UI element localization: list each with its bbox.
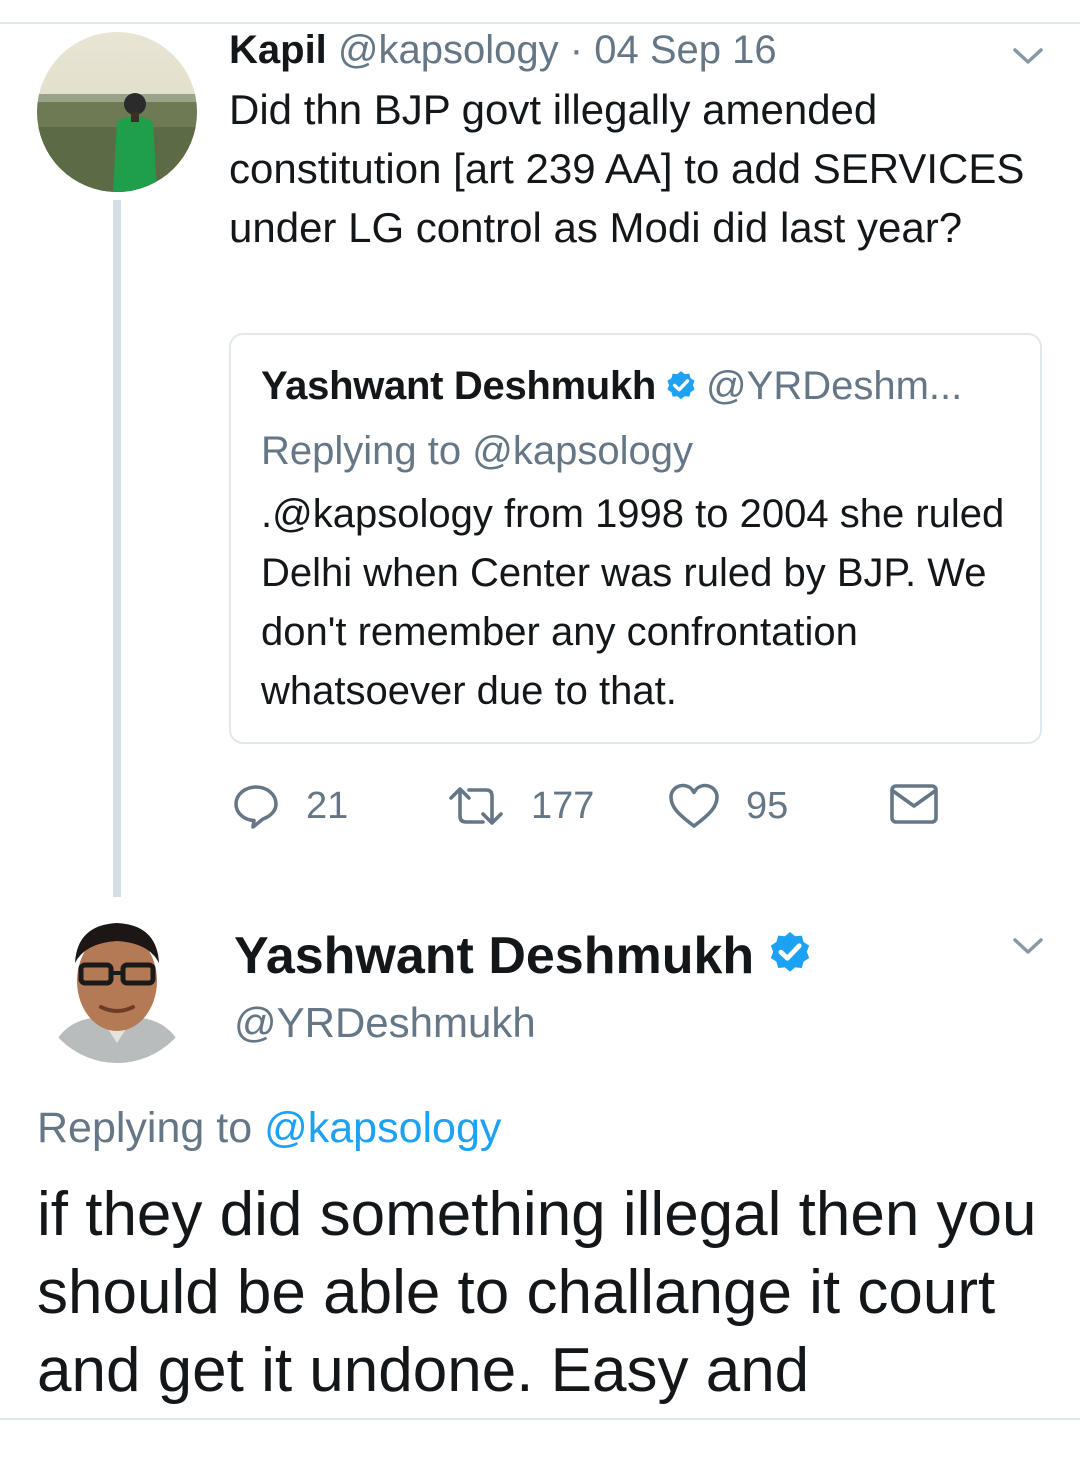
parent-tweet-text: Did thn BJP govt illegally amended const…	[229, 86, 1025, 251]
tweet-thread-view: Kapil @kapsology · 04 Sep 16 Did thn BJP…	[0, 0, 1080, 1418]
direct-message-button[interactable]	[889, 782, 939, 826]
like-count: 95	[746, 784, 789, 827]
quoted-replying-to: Replying to @kapsology	[261, 429, 693, 473]
chevron-down-icon[interactable]	[1011, 935, 1045, 957]
main-tweet-text: if they did something illegal then you s…	[37, 1180, 1037, 1405]
bottom-divider	[0, 1418, 1080, 1420]
parent-tweet-header: Kapil @kapsology · 04 Sep 16	[229, 24, 777, 76]
main-author-handle[interactable]: @YRDeshmukh	[234, 996, 536, 1050]
direct-message-icon	[890, 784, 938, 824]
main-author-name[interactable]: Yashwant Deshmukh	[234, 927, 754, 985]
quoted-tweet-header: Yashwant Deshmukh @YRDeshm...	[261, 360, 1021, 412]
quoted-author-name: Yashwant Deshmukh	[261, 364, 657, 408]
reply-button[interactable]: 21	[232, 782, 348, 830]
main-author-name-row: Yashwant Deshmukh	[234, 924, 814, 988]
main-replying-to: Replying to @kapsology	[37, 1100, 501, 1156]
retweet-icon	[449, 787, 503, 825]
quoted-author-handle: @YRDeshm...	[706, 364, 963, 408]
parent-author-handle[interactable]: @kapsology	[338, 28, 559, 72]
yashwant-avatar[interactable]	[37, 903, 197, 1063]
profile-photo-man-with-glasses-icon	[37, 903, 197, 1063]
like-button[interactable]: 95	[668, 782, 788, 830]
quoted-tweet-text: .@kapsology from 1998 to 2004 she ruled …	[261, 492, 1005, 713]
kapil-avatar[interactable]	[37, 32, 197, 192]
parent-tweet-actions: 21 177 95	[0, 782, 1080, 834]
retweet-button[interactable]: 177	[447, 782, 594, 830]
reply-count: 21	[306, 784, 349, 827]
parent-tweet-date[interactable]: · 04 Sep 16	[570, 28, 777, 72]
retweet-count: 177	[531, 784, 595, 827]
parent-author-name[interactable]: Kapil	[229, 28, 327, 72]
replying-to-label: Replying to	[37, 1104, 253, 1152]
profile-photo-person-in-field-icon	[37, 32, 197, 192]
quoted-tweet-card[interactable]: Yashwant Deshmukh @YRDeshm... Replying t…	[229, 333, 1042, 744]
chevron-down-icon[interactable]	[1011, 45, 1045, 67]
like-heart-icon	[669, 783, 719, 828]
reply-icon	[234, 785, 278, 829]
replying-to-handle-link[interactable]: @kapsology	[264, 1104, 501, 1152]
verified-badge-icon	[770, 932, 810, 972]
verified-badge-icon	[667, 371, 695, 400]
